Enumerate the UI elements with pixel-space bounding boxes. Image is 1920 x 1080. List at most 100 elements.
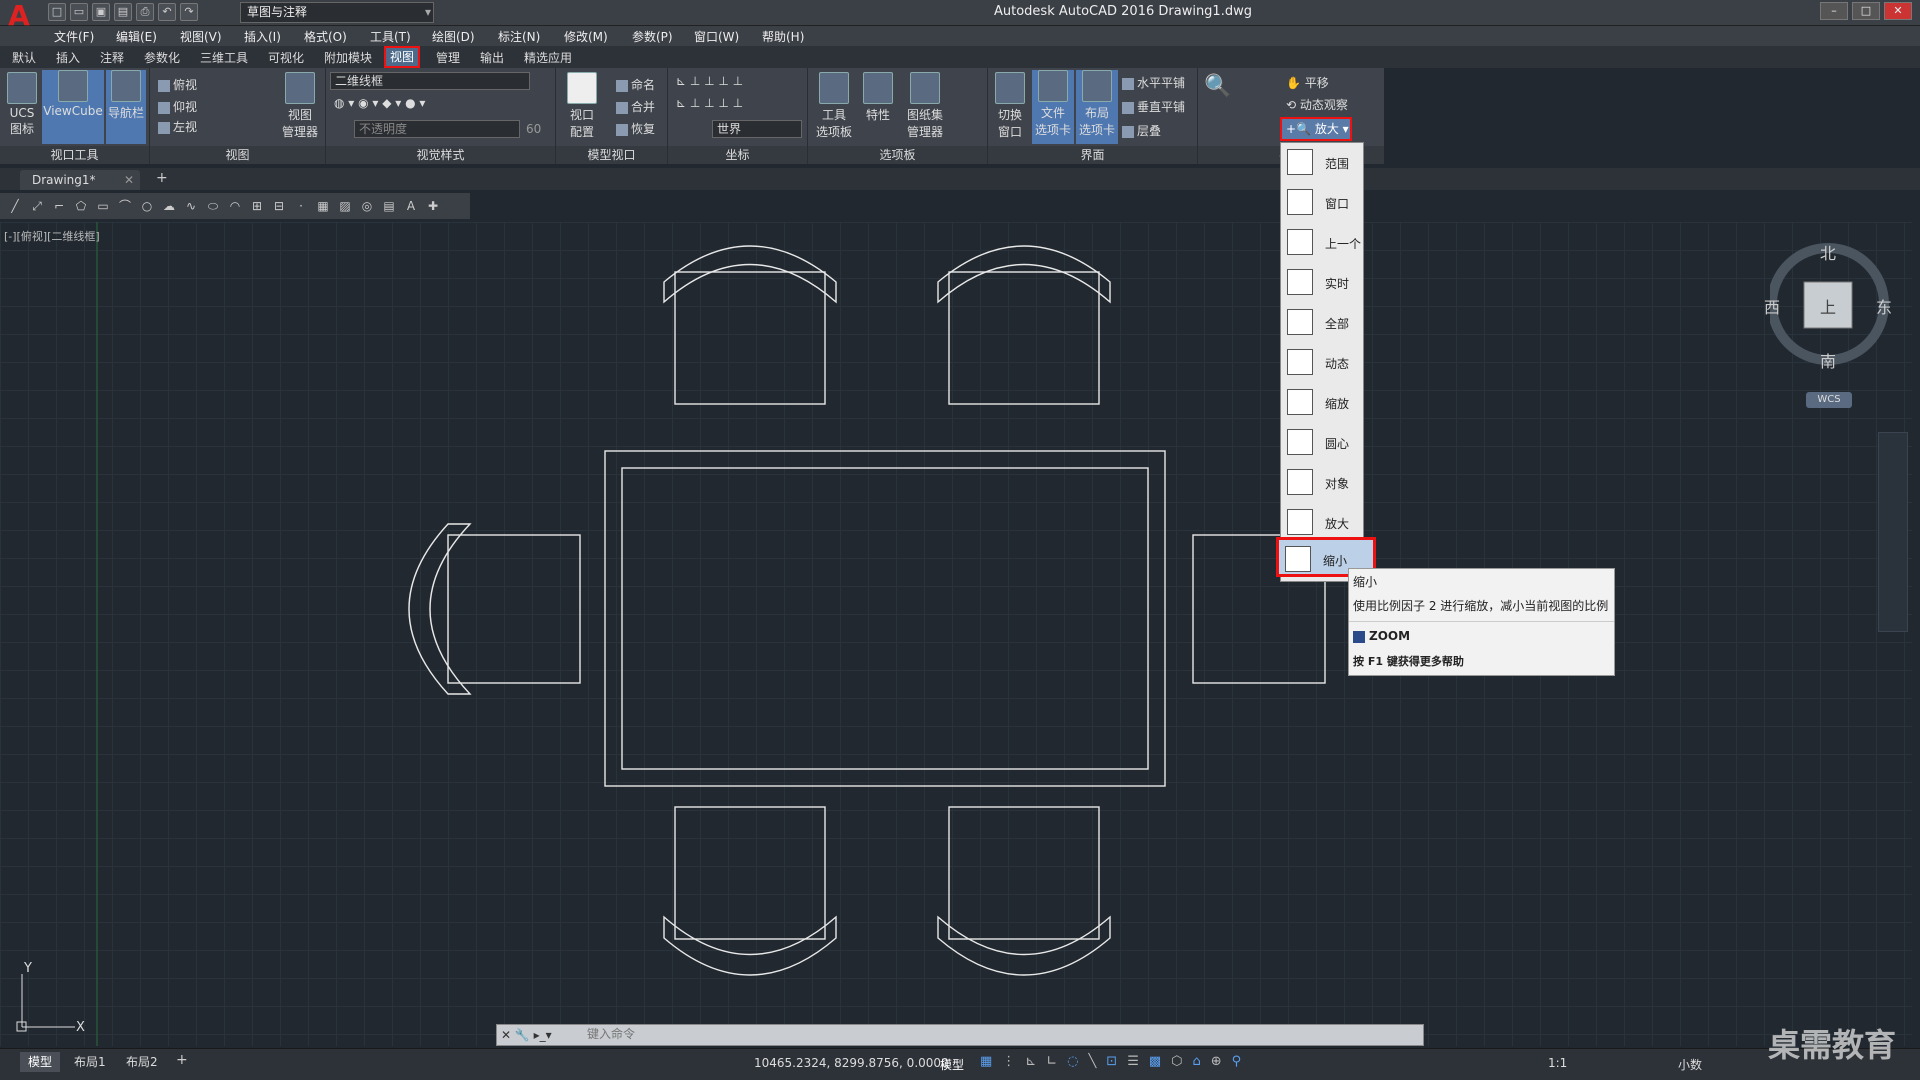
zoom-all-item[interactable]: 全部: [1281, 303, 1365, 343]
compass-south[interactable]: 南: [1820, 348, 1836, 372]
new-tab-button[interactable]: +: [156, 170, 168, 186]
zoom-window-item[interactable]: 窗口: [1281, 183, 1365, 223]
tool-palettes-button[interactable]: 工具 选项板: [812, 72, 856, 140]
save-as-icon[interactable]: ▤: [114, 3, 132, 21]
cascade-button[interactable]: 层叠: [1122, 122, 1161, 139]
model-space-button[interactable]: 模型: [940, 1056, 964, 1073]
table-icon[interactable]: ▤: [380, 197, 398, 215]
menu-edit[interactable]: 编辑(E): [116, 28, 157, 45]
zoom-object-item[interactable]: 对象: [1281, 463, 1365, 503]
menu-help[interactable]: 帮助(H): [762, 28, 804, 45]
view-manager-button[interactable]: 视图 管理器: [278, 72, 322, 140]
new-file-icon[interactable]: □: [48, 3, 66, 21]
undo-icon[interactable]: ↶: [158, 3, 176, 21]
construction-line-icon[interactable]: ⤢: [28, 197, 46, 215]
zoom-previous-item[interactable]: 上一个: [1281, 223, 1365, 263]
menu-parameter[interactable]: 参数(P): [632, 28, 673, 45]
add-selected-icon[interactable]: ✚: [424, 197, 442, 215]
properties-button[interactable]: 特性: [860, 72, 896, 123]
menu-file[interactable]: 文件(F): [54, 28, 94, 45]
ucs-status-icon[interactable]: ⊕: [1211, 1054, 1222, 1069]
wcs-menu[interactable]: WCS: [1806, 392, 1852, 408]
visual-style-icons[interactable]: ◍ ▾ ◉ ▾ ◆ ▾ ● ▾: [334, 96, 425, 110]
isodraft-icon[interactable]: ╲: [1088, 1054, 1096, 1069]
tab-default[interactable]: 默认: [12, 49, 36, 66]
named-viewports-button[interactable]: 命名: [616, 76, 655, 93]
make-block-icon[interactable]: ⊟: [270, 197, 288, 215]
tab-visualize[interactable]: 可视化: [268, 49, 304, 66]
menu-window[interactable]: 窗口(W): [694, 28, 739, 45]
layout-tabs-button[interactable]: 布局 选项卡: [1076, 70, 1118, 144]
tab-annotate[interactable]: 注释: [100, 49, 124, 66]
sheet-set-manager-button[interactable]: 图纸集 管理器: [900, 72, 950, 140]
tab-featured-apps[interactable]: 精选应用: [524, 49, 572, 66]
redo-icon[interactable]: ↷: [180, 3, 198, 21]
add-layout-button[interactable]: +: [176, 1052, 188, 1068]
menu-format[interactable]: 格式(O): [304, 28, 347, 45]
polar-icon[interactable]: ◌: [1067, 1054, 1078, 1069]
grid-icon[interactable]: ▦: [980, 1054, 992, 1069]
workspace-dropdown[interactable]: 草图与注释 ▾: [240, 2, 434, 23]
switch-window-button[interactable]: 切换 窗口: [990, 72, 1030, 140]
zoom-center-item[interactable]: 圆心: [1281, 423, 1365, 463]
viewcube[interactable]: 北 南 东 西 上: [1764, 240, 1892, 372]
point-icon[interactable]: ·: [292, 197, 310, 215]
annotation-visibility-icon[interactable]: ⚲: [1232, 1054, 1242, 1069]
view-top[interactable]: 俯视: [158, 76, 197, 93]
orbit-button[interactable]: ⟲ 动态观察: [1286, 96, 1348, 113]
tab-output[interactable]: 输出: [480, 49, 504, 66]
close-tab-icon[interactable]: ✕: [124, 170, 134, 190]
maximize-button[interactable]: □: [1852, 2, 1880, 20]
circle-icon[interactable]: ○: [138, 197, 156, 215]
opacity-field[interactable]: 不透明度: [354, 120, 520, 138]
gradient-icon[interactable]: ▨: [336, 197, 354, 215]
close-button[interactable]: ✕: [1884, 2, 1912, 20]
tile-horizontal-button[interactable]: 水平平铺: [1122, 74, 1185, 91]
tab-addins[interactable]: 附加模块: [324, 49, 372, 66]
visual-style-dropdown[interactable]: 二维线框: [330, 72, 530, 90]
tab-drawing1[interactable]: Drawing1* ✕: [20, 170, 140, 190]
insert-block-icon[interactable]: ⊞: [248, 197, 266, 215]
print-icon[interactable]: ⎙: [136, 3, 154, 21]
snap-icon[interactable]: ⋮: [1002, 1054, 1015, 1069]
compass-east[interactable]: 东: [1876, 294, 1892, 318]
units-dropdown[interactable]: 小数: [1678, 1056, 1702, 1073]
ellipse-icon[interactable]: ⬭: [204, 197, 222, 215]
polygon-icon[interactable]: ⬠: [72, 197, 90, 215]
rectangle-icon[interactable]: ▭: [94, 197, 112, 215]
menu-modify[interactable]: 修改(M): [564, 28, 608, 45]
revcloud-icon[interactable]: ☁: [160, 197, 178, 215]
pan-button[interactable]: ✋ 平移: [1286, 74, 1329, 91]
ortho-icon[interactable]: ∟: [1046, 1054, 1057, 1069]
view-bottom[interactable]: 仰视: [158, 98, 197, 115]
viewport-config-button[interactable]: 视口 配置: [560, 72, 604, 140]
join-viewports-button[interactable]: 合并: [616, 98, 655, 115]
lineweight-icon[interactable]: ☰: [1127, 1054, 1139, 1069]
view-left[interactable]: 左视: [158, 118, 197, 135]
tab-parametric[interactable]: 参数化: [144, 49, 180, 66]
mtext-icon[interactable]: A: [402, 197, 420, 215]
tab-view[interactable]: 视图: [384, 46, 421, 68]
coordinate-tools-row2[interactable]: ⊾ ⊥ ⊥ ⊥ ⊥: [676, 96, 743, 110]
menu-insert[interactable]: 插入(I): [244, 28, 281, 45]
layout-tab-layout1[interactable]: 布局1: [66, 1052, 114, 1072]
transparency-icon[interactable]: ▩: [1149, 1054, 1161, 1069]
hatch-icon[interactable]: ▦: [314, 197, 332, 215]
zoom-realtime-item[interactable]: 实时: [1281, 263, 1365, 303]
spline-icon[interactable]: ∿: [182, 197, 200, 215]
file-tabs-button[interactable]: 文件 选项卡: [1032, 70, 1074, 144]
tab-insert[interactable]: 插入: [56, 49, 80, 66]
polyline-icon[interactable]: ⌐: [50, 197, 68, 215]
viewcube-top-face[interactable]: 上: [1820, 294, 1836, 318]
compass-west[interactable]: 西: [1764, 294, 1780, 318]
arc-icon[interactable]: ⌒: [116, 197, 134, 215]
layout-tab-layout2[interactable]: 布局2: [118, 1052, 166, 1072]
tile-vertical-button[interactable]: 垂直平铺: [1122, 98, 1185, 115]
minimize-button[interactable]: –: [1820, 2, 1848, 20]
menu-dimension[interactable]: 标注(N): [498, 28, 540, 45]
menu-view[interactable]: 视图(V): [180, 28, 222, 45]
zoom-extents-item[interactable]: 范围: [1281, 143, 1365, 183]
save-icon[interactable]: ▣: [92, 3, 110, 21]
tab-manage[interactable]: 管理: [436, 49, 460, 66]
menu-draw[interactable]: 绘图(D): [432, 28, 475, 45]
